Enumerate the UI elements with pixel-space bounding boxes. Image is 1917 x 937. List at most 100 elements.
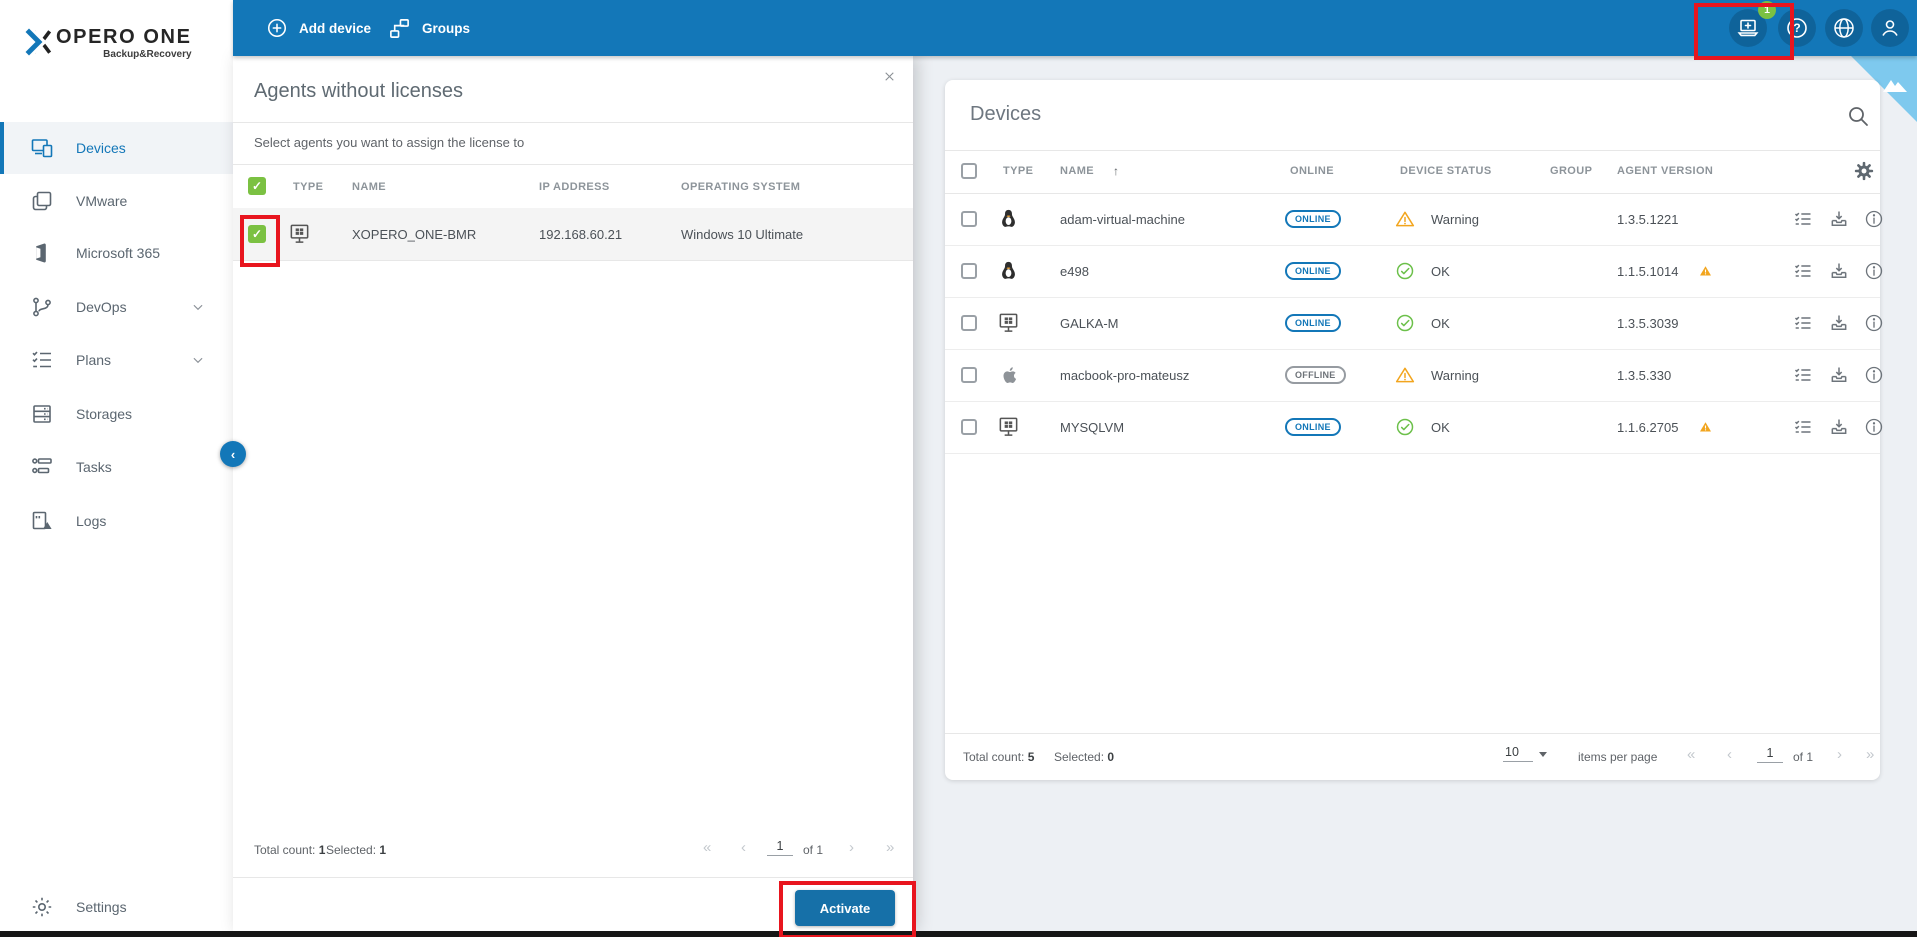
column-header-ip[interactable]: IP ADDRESS bbox=[539, 181, 610, 193]
online-badge: OFFLINE bbox=[1285, 366, 1346, 384]
check-icon: ✓ bbox=[252, 179, 262, 193]
column-header-version[interactable]: AGENT VERSION bbox=[1617, 165, 1713, 177]
groups-label: Groups bbox=[422, 21, 470, 36]
agent-row-checkbox[interactable]: ✓ bbox=[248, 225, 266, 243]
sidebar-item-devops[interactable]: DevOps bbox=[0, 281, 233, 333]
device-details-button[interactable] bbox=[1793, 417, 1813, 437]
sidebar-item-settings[interactable]: Settings bbox=[0, 887, 233, 927]
table-row[interactable]: macbook-pro-mateusz OFFLINE Warning 1.3.… bbox=[945, 349, 1880, 402]
agent-row[interactable]: ✓ XOPERO_ONE-BMR 192.168.60.21 Windows 1… bbox=[233, 208, 913, 261]
column-header-type[interactable]: TYPE bbox=[1003, 165, 1033, 177]
page-number-input[interactable] bbox=[1757, 746, 1783, 763]
devices-panel-title: Devices bbox=[970, 103, 1041, 126]
groups-icon bbox=[388, 17, 411, 40]
page-number-input[interactable] bbox=[767, 839, 793, 856]
last-page-button[interactable]: » bbox=[1866, 748, 1874, 762]
device-info-button[interactable] bbox=[1864, 417, 1884, 437]
row-checkbox[interactable] bbox=[961, 211, 977, 227]
items-per-page-select[interactable]: 10 bbox=[1503, 745, 1547, 762]
account-button[interactable] bbox=[1871, 9, 1909, 47]
devices-panel: Devices TYPE NAME ↑ ONLINE DEVICE STATUS… bbox=[945, 80, 1880, 780]
add-device-button[interactable]: Add device bbox=[266, 0, 371, 56]
agents-without-licenses-modal: Agents without licenses Select agents yo… bbox=[233, 56, 913, 931]
prev-page-button[interactable]: ‹ bbox=[1727, 748, 1732, 762]
items-per-page-value: 10 bbox=[1503, 745, 1533, 762]
device-info-button[interactable] bbox=[1864, 365, 1884, 385]
device-status: OK bbox=[1431, 420, 1450, 435]
prev-page-button[interactable]: ‹ bbox=[741, 841, 746, 855]
column-header-status[interactable]: DEVICE STATUS bbox=[1400, 165, 1492, 177]
device-restore-button[interactable] bbox=[1829, 261, 1849, 281]
sidebar-item-storages[interactable]: Storages bbox=[0, 388, 233, 440]
notification-count: 1 bbox=[1764, 4, 1770, 16]
column-header-online[interactable]: ONLINE bbox=[1290, 165, 1334, 177]
activate-button[interactable]: Activate bbox=[795, 890, 895, 926]
row-checkbox[interactable] bbox=[961, 263, 977, 279]
device-restore-button[interactable] bbox=[1829, 365, 1849, 385]
sidebar-item-logs[interactable]: Logs bbox=[0, 495, 233, 547]
ok-icon bbox=[1395, 417, 1415, 437]
items-per-page-label: items per page bbox=[1578, 750, 1657, 764]
device-info-button[interactable] bbox=[1864, 209, 1884, 229]
device-info-button[interactable] bbox=[1864, 261, 1884, 281]
device-info-button[interactable] bbox=[1864, 313, 1884, 333]
sidebar-item-label: Logs bbox=[76, 513, 106, 529]
sidebar-item-label: Microsoft 365 bbox=[76, 245, 160, 261]
table-row[interactable]: GALKA-M ONLINE OK 1.3.5.3039 bbox=[945, 297, 1880, 350]
device-details-button[interactable] bbox=[1793, 313, 1813, 333]
device-details-button[interactable] bbox=[1793, 365, 1813, 385]
download-box-icon bbox=[1829, 261, 1849, 281]
device-restore-button[interactable] bbox=[1829, 209, 1849, 229]
column-header-name[interactable]: NAME bbox=[1060, 165, 1094, 177]
agent-version: 1.1.5.1014 bbox=[1617, 264, 1678, 279]
table-row[interactable]: MYSQLVM ONLINE OK 1.1.6.2705 bbox=[945, 401, 1880, 454]
column-header-type[interactable]: TYPE bbox=[293, 181, 323, 193]
table-row[interactable]: e498 ONLINE OK 1.1.5.1014 bbox=[945, 245, 1880, 298]
device-status: Warning bbox=[1431, 212, 1479, 227]
row-checkbox[interactable] bbox=[961, 367, 977, 383]
device-restore-button[interactable] bbox=[1829, 313, 1849, 333]
sidebar-collapse-button[interactable]: ‹ bbox=[220, 441, 246, 467]
sort-ascending-icon[interactable]: ↑ bbox=[1113, 164, 1119, 178]
device-name: MYSQLVM bbox=[1060, 420, 1124, 435]
windows-pc-icon bbox=[997, 312, 1020, 334]
next-page-button[interactable]: › bbox=[849, 841, 854, 855]
row-checkbox[interactable] bbox=[961, 419, 977, 435]
device-restore-button[interactable] bbox=[1829, 417, 1849, 437]
language-button[interactable] bbox=[1825, 9, 1863, 47]
search-icon bbox=[1846, 104, 1870, 128]
sidebar-item-vmware[interactable]: VMware bbox=[0, 175, 233, 227]
brand-tagline: Backup&Recovery bbox=[103, 49, 191, 60]
sidebar-item-tasks[interactable]: Tasks bbox=[0, 441, 233, 493]
table-row[interactable]: adam-virtual-machine ONLINE Warning 1.3.… bbox=[945, 193, 1880, 246]
first-page-button[interactable]: « bbox=[1687, 748, 1695, 762]
sidebar-item-devices[interactable]: Devices bbox=[0, 122, 233, 174]
add-circle-icon bbox=[266, 17, 288, 39]
help-button[interactable]: ? bbox=[1778, 9, 1816, 47]
help-icon: ? bbox=[1785, 16, 1809, 40]
last-page-button[interactable]: » bbox=[886, 841, 894, 855]
add-device-label: Add device bbox=[299, 21, 371, 36]
sidebar-item-microsoft365[interactable]: Microsoft 365 bbox=[0, 227, 233, 279]
modal-close-button[interactable] bbox=[877, 64, 901, 88]
column-header-name[interactable]: NAME bbox=[352, 181, 386, 193]
first-page-button[interactable]: « bbox=[703, 841, 711, 855]
agent-ip: 192.168.60.21 bbox=[539, 227, 622, 242]
version-warning-icon bbox=[1699, 421, 1712, 433]
groups-button[interactable]: Groups bbox=[388, 0, 470, 56]
row-checkbox[interactable] bbox=[961, 315, 977, 331]
table-settings-button[interactable] bbox=[1853, 160, 1875, 182]
next-page-button[interactable]: › bbox=[1837, 748, 1842, 762]
select-all-checkbox[interactable] bbox=[961, 163, 977, 179]
sidebar-item-plans[interactable]: Plans bbox=[0, 334, 233, 386]
list-check-icon bbox=[1793, 313, 1813, 333]
column-header-os[interactable]: OPERATING SYSTEM bbox=[681, 181, 800, 193]
column-header-group[interactable]: GROUP bbox=[1550, 165, 1592, 177]
search-button[interactable] bbox=[1846, 104, 1870, 128]
select-all-checkbox[interactable]: ✓ bbox=[248, 177, 266, 195]
agent-version: 1.3.5.330 bbox=[1617, 368, 1671, 383]
device-status: Warning bbox=[1431, 368, 1479, 383]
device-details-button[interactable] bbox=[1793, 261, 1813, 281]
total-count: Total count: 1 bbox=[254, 843, 325, 857]
device-details-button[interactable] bbox=[1793, 209, 1813, 229]
